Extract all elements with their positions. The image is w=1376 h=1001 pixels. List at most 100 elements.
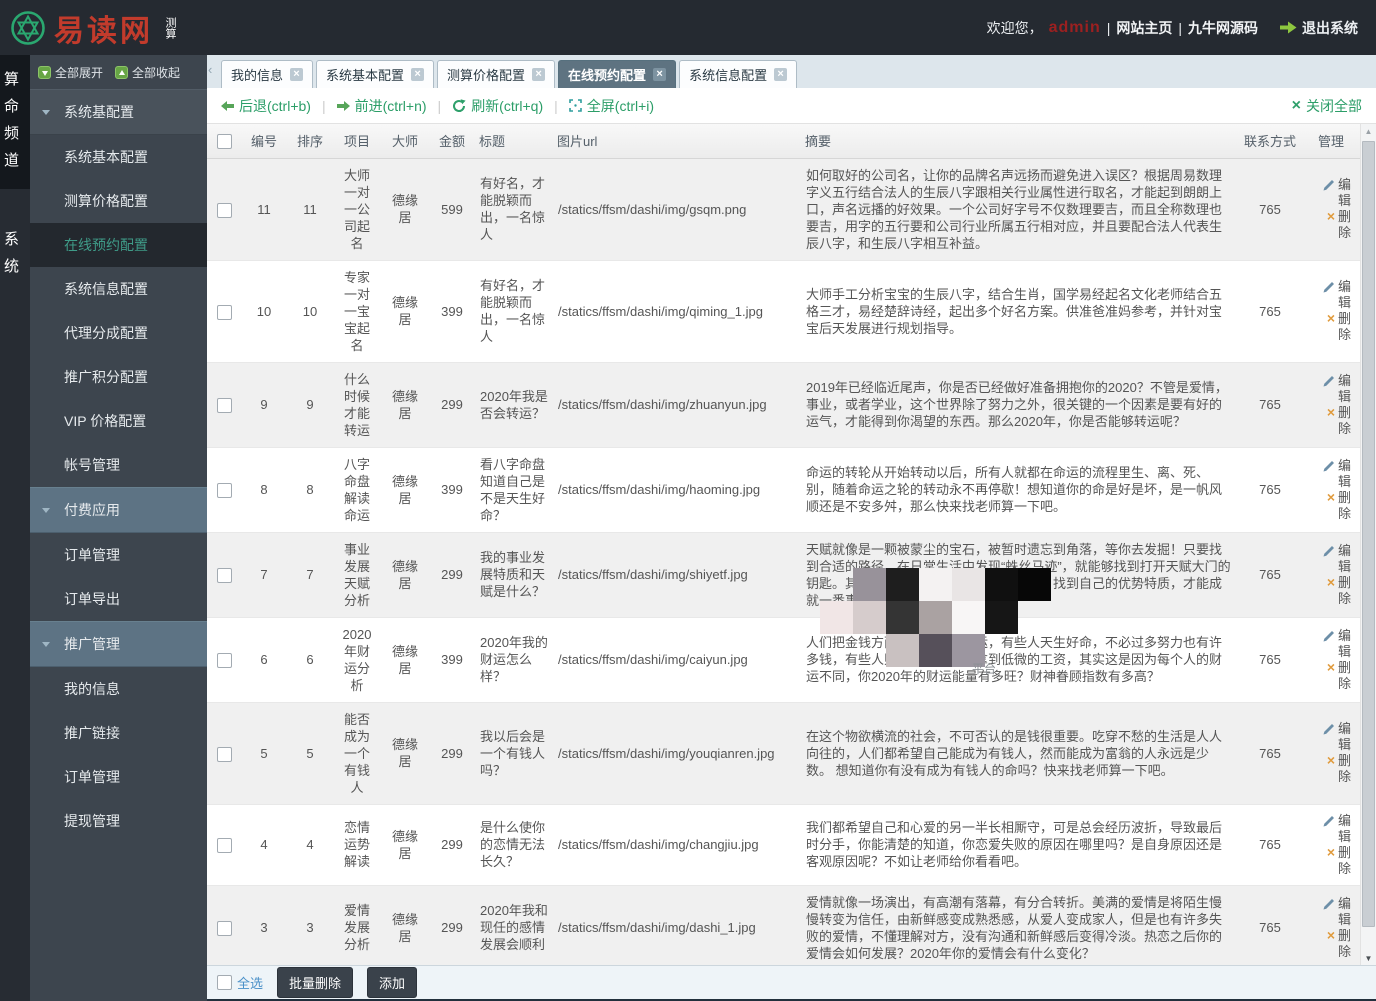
back-button[interactable]: 后退(ctrl+b) xyxy=(221,96,311,116)
tab-我的信息[interactable]: 我的信息× xyxy=(221,60,313,88)
row-checkbox[interactable] xyxy=(217,203,232,218)
scrollbar-up-icon[interactable]: ▲ xyxy=(1361,124,1376,140)
vertical-scrollbar[interactable]: ▲ ▼ xyxy=(1360,124,1376,965)
channel-tab-0[interactable]: 算命频道 xyxy=(0,55,30,189)
edit-link[interactable]: 编辑 xyxy=(1307,279,1352,311)
tab-label: 系统基本配置 xyxy=(326,65,404,84)
cell-id: 8 xyxy=(241,447,287,532)
sidebar-item[interactable]: 在线预约配置 xyxy=(30,223,207,267)
cell-manage: 编辑×删除 xyxy=(1302,447,1360,532)
sidebar-item[interactable]: 系统基配置 xyxy=(30,89,207,135)
sidebar-item[interactable]: 订单管理 xyxy=(30,755,207,799)
delete-link[interactable]: ×删除 xyxy=(1307,311,1352,343)
sidebar-item[interactable]: 我的信息 xyxy=(30,667,207,711)
sidebar-item[interactable]: 订单管理 xyxy=(30,533,207,577)
edit-label: 编辑 xyxy=(1338,543,1352,575)
row-checkbox[interactable] xyxy=(217,398,232,413)
delete-link[interactable]: ×删除 xyxy=(1307,405,1352,437)
sidebar-item[interactable]: 系统信息配置 xyxy=(30,267,207,311)
cell-sort: 3 xyxy=(287,885,333,965)
edit-link[interactable]: 编辑 xyxy=(1307,177,1352,209)
tab-scroll-left-icon[interactable]: ‹ xyxy=(208,62,212,77)
tab-在线预约配置[interactable]: 在线预约配置× xyxy=(558,60,676,88)
tab-close-icon[interactable]: × xyxy=(411,68,424,81)
delete-x-icon: × xyxy=(1327,660,1335,675)
separator: | xyxy=(554,98,558,114)
select-all-checkbox[interactable] xyxy=(217,134,232,149)
edit-link[interactable]: 编辑 xyxy=(1307,373,1352,405)
add-button[interactable]: 添加 xyxy=(367,967,417,998)
cell-summary: 人们把金钱方面的运气谓之财运，有些人天生好命，不必过多努力也有许多钱，有些人则很… xyxy=(801,617,1238,702)
tab-close-icon[interactable]: × xyxy=(774,68,787,81)
expand-all-button[interactable]: 全部展开 xyxy=(38,64,103,81)
cell-img-url: /statics/ffsm/dashi/img/dashi_1.jpg xyxy=(553,885,801,965)
sidebar-item[interactable]: 付费应用 xyxy=(30,487,207,533)
row-checkbox[interactable] xyxy=(217,747,232,762)
collapse-all-button[interactable]: 全部收起 xyxy=(115,64,180,81)
row-checkbox[interactable] xyxy=(217,838,232,853)
sidebar-item[interactable]: 订单导出 xyxy=(30,577,207,621)
sidebar-item[interactable]: 帐号管理 xyxy=(30,443,207,487)
chevron-down-icon xyxy=(42,508,50,513)
tab-系统信息配置[interactable]: 系统信息配置× xyxy=(679,60,797,88)
select-all-footer-checkbox[interactable] xyxy=(217,975,232,990)
sidebar-item[interactable]: 推广链接 xyxy=(30,711,207,755)
sidebar-item[interactable]: VIP 价格配置 xyxy=(30,399,207,443)
cell-amount: 399 xyxy=(429,447,475,532)
edit-link[interactable]: 编辑 xyxy=(1307,543,1352,575)
footer-bar: 全选 批量删除 添加 xyxy=(207,965,1376,999)
cell-contact: 765 xyxy=(1238,885,1302,965)
cell-id: 6 xyxy=(241,617,287,702)
edit-link[interactable]: 编辑 xyxy=(1307,458,1352,490)
delete-link[interactable]: ×删除 xyxy=(1307,490,1352,522)
channel-tab-1[interactable]: 系统 xyxy=(0,215,30,295)
sidebar-item-label: 帐号管理 xyxy=(64,457,120,473)
column-header-amount: 金额 xyxy=(429,124,475,158)
edit-link[interactable]: 编辑 xyxy=(1307,813,1352,845)
close-all-button[interactable]: × 关闭全部 xyxy=(1292,96,1362,116)
select-all-footer[interactable]: 全选 xyxy=(217,973,263,992)
source-link[interactable]: 九牛网源码 xyxy=(1188,18,1258,38)
tab-系统基本配置[interactable]: 系统基本配置 × xyxy=(316,60,434,88)
sidebar-item-label: 提现管理 xyxy=(64,813,120,829)
tab-close-icon[interactable]: × xyxy=(290,68,303,81)
delete-link[interactable]: ×删除 xyxy=(1307,575,1352,607)
edit-link[interactable]: 编辑 xyxy=(1307,721,1352,753)
edit-pencil-icon xyxy=(1323,815,1335,827)
edit-link[interactable]: 编辑 xyxy=(1307,628,1352,660)
forward-button[interactable]: 前进(ctrl+n) xyxy=(337,96,427,116)
fullscreen-button[interactable]: 全屏(ctrl+i) xyxy=(569,96,654,116)
row-checkbox[interactable] xyxy=(217,653,232,668)
sidebar-item-label: 系统信息配置 xyxy=(64,281,148,297)
sidebar-item[interactable]: 提现管理 xyxy=(30,799,207,843)
row-checkbox[interactable] xyxy=(217,305,232,320)
sidebar-item[interactable]: 系统基本配置 xyxy=(30,135,207,179)
tab-close-icon[interactable]: × xyxy=(653,68,666,81)
tab-测算价格配置[interactable]: 测算价格配置× xyxy=(437,60,555,88)
row-checkbox[interactable] xyxy=(217,568,232,583)
delete-link[interactable]: ×删除 xyxy=(1307,928,1352,960)
cell-id: 7 xyxy=(241,532,287,617)
batch-delete-button[interactable]: 批量删除 xyxy=(277,967,353,998)
sidebar-item[interactable]: 推广积分配置 xyxy=(30,355,207,399)
refresh-button[interactable]: 刷新(ctrl+q) xyxy=(452,96,543,116)
tab-close-icon[interactable]: × xyxy=(532,68,545,81)
edit-pencil-icon xyxy=(1323,898,1335,910)
scrollbar-down-icon[interactable]: ▼ xyxy=(1361,954,1376,963)
edit-link[interactable]: 编辑 xyxy=(1307,896,1352,928)
select-all-label: 全选 xyxy=(237,973,263,992)
logout-button[interactable]: 退出系统 xyxy=(1280,18,1358,38)
row-checkbox[interactable] xyxy=(217,921,232,936)
delete-link[interactable]: ×删除 xyxy=(1307,209,1352,241)
sidebar-item[interactable]: 推广管理 xyxy=(30,621,207,667)
delete-link[interactable]: ×删除 xyxy=(1307,845,1352,877)
row-checkbox[interactable] xyxy=(217,483,232,498)
sidebar-item[interactable]: 测算价格配置 xyxy=(30,179,207,223)
sidebar-item[interactable]: 代理分成配置 xyxy=(30,311,207,355)
delete-link[interactable]: ×删除 xyxy=(1307,753,1352,785)
delete-link[interactable]: ×删除 xyxy=(1307,660,1352,692)
home-link[interactable]: 网站主页 xyxy=(1116,18,1172,38)
scrollbar-thumb[interactable] xyxy=(1362,141,1375,927)
sidebar-item-label: 测算价格配置 xyxy=(64,193,148,209)
app-window: 易读网 测算 欢迎您， admin | 网站主页 | 九牛网源码 退出系统 算命… xyxy=(0,0,1376,1001)
